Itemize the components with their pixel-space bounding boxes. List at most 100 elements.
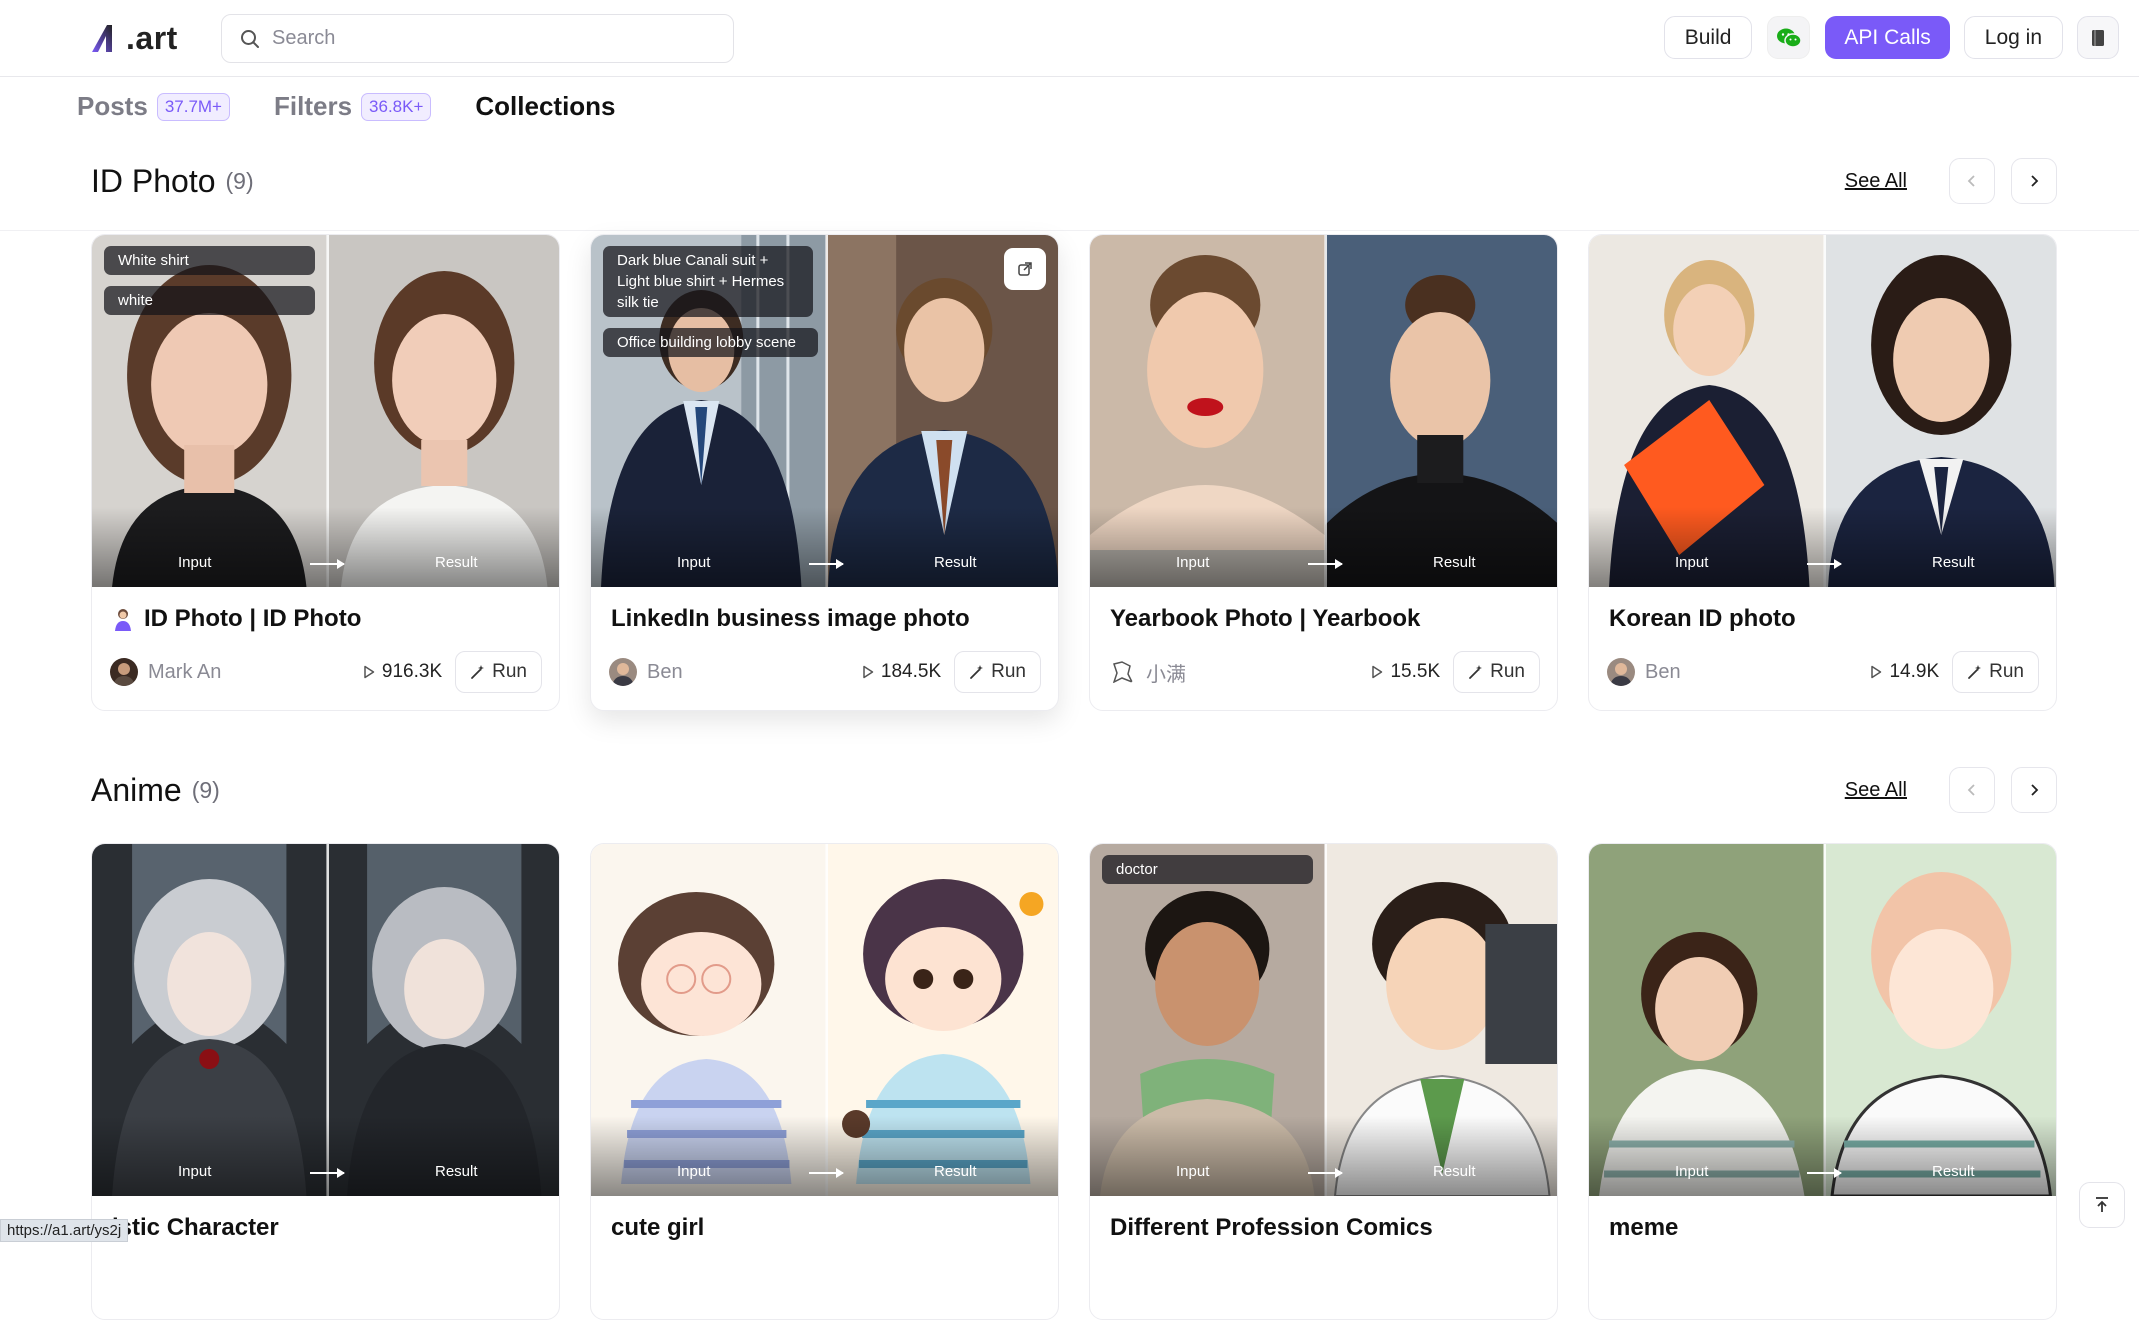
collection-card[interactable]: doctor Input Result Different Profession… xyxy=(1089,843,1558,1320)
before-after-preview: Dark blue Canali suit + Light blue shirt… xyxy=(591,235,1058,587)
input-label: Input xyxy=(1176,554,1210,571)
back-to-top-button[interactable] xyxy=(2079,1182,2125,1228)
header-actions: Build API Calls Log in xyxy=(1663,16,2119,59)
before-after-preview: Input Result xyxy=(1589,844,2056,1196)
share-button[interactable] xyxy=(1004,248,1046,290)
collection-card[interactable]: Input Result Yearbook Photo | Yearbook 小… xyxy=(1089,234,1558,711)
chevron-left-icon xyxy=(1967,784,1975,796)
next-button[interactable] xyxy=(2011,767,2057,813)
language-menu-button[interactable] xyxy=(2077,16,2119,59)
prompt-tag: white xyxy=(104,286,315,315)
input-label: Input xyxy=(677,1163,711,1180)
result-label: Result xyxy=(1932,554,1975,571)
content-tabs: Posts 37.7M+ Filters 36.8K+ Collections xyxy=(77,91,660,122)
before-after-preview: White shirt white Input Result xyxy=(92,235,559,587)
avatar[interactable] xyxy=(110,658,138,686)
run-count: 14.9K xyxy=(1870,661,1939,683)
author-name[interactable]: Mark An xyxy=(148,661,221,684)
collection-card[interactable]: Input Result cute girl xyxy=(590,843,1059,1320)
run-button[interactable]: Run xyxy=(954,651,1041,693)
arrow-right-icon xyxy=(1308,1168,1343,1178)
book-icon xyxy=(2092,29,2104,46)
run-count-value: 916.3K xyxy=(381,661,443,682)
result-label: Result xyxy=(934,554,977,571)
wechat-button[interactable] xyxy=(1767,16,1811,59)
avatar[interactable] xyxy=(609,658,637,686)
external-link-icon xyxy=(1018,262,1032,276)
before-after-preview: doctor Input Result xyxy=(1090,844,1557,1196)
run-button[interactable]: Run xyxy=(1952,651,2039,693)
run-button[interactable]: Run xyxy=(1453,651,1540,693)
tab-filters[interactable]: Filters 36.8K+ xyxy=(274,91,432,122)
label-gradient xyxy=(92,507,559,587)
card-title: Yearbook Photo | Yearbook xyxy=(1110,605,1420,633)
run-button[interactable]: Run xyxy=(455,651,542,693)
login-button[interactable]: Log in xyxy=(1963,16,2063,59)
label-gradient xyxy=(92,1116,559,1196)
card-title: Different Profession Comics xyxy=(1110,1214,1433,1242)
label-gradient xyxy=(1589,1116,2056,1196)
magic-wand-icon xyxy=(970,665,984,679)
search-icon xyxy=(241,29,259,48)
logo-text: .art xyxy=(126,19,178,56)
collection-card[interactable]: Input Result istic Character xyxy=(91,843,560,1320)
magic-wand-icon xyxy=(1469,665,1483,679)
section-header-id-photo: ID Photo (9) See All xyxy=(91,158,2057,204)
arrow-right-icon xyxy=(1807,559,1842,569)
collection-card[interactable]: White shirt white Input Result ID Photo … xyxy=(91,234,560,711)
arrow-right-icon xyxy=(1807,1168,1842,1178)
tab-collections[interactable]: Collections xyxy=(475,91,615,122)
arrow-right-icon xyxy=(1308,559,1343,569)
arrow-right-icon xyxy=(310,1168,345,1178)
magic-wand-icon xyxy=(471,665,485,679)
avatar[interactable] xyxy=(1607,658,1635,686)
author-name[interactable]: 小满 xyxy=(1146,658,1186,687)
a1-art-logo[interactable]: .art xyxy=(90,18,178,58)
id-photo-card-grid: White shirt white Input Result ID Photo … xyxy=(91,234,2057,711)
see-all-link[interactable]: See All xyxy=(1845,170,1907,193)
chevron-right-icon xyxy=(2031,784,2039,796)
next-button[interactable] xyxy=(2011,158,2057,204)
input-label: Input xyxy=(677,554,711,571)
see-all-link[interactable]: See All xyxy=(1845,779,1907,802)
card-title: istic Character xyxy=(112,1214,279,1242)
arrow-right-icon xyxy=(809,1168,844,1178)
tab-posts-count-badge: 37.7M+ xyxy=(156,92,230,121)
result-label: Result xyxy=(1433,1163,1476,1180)
before-after-preview: Input Result xyxy=(1589,235,2056,587)
play-icon xyxy=(1871,665,1882,679)
input-label: Input xyxy=(178,554,212,571)
previous-button[interactable] xyxy=(1949,767,1995,813)
build-button[interactable]: Build xyxy=(1663,16,1753,59)
collection-card[interactable]: Dark blue Canali suit + Light blue shirt… xyxy=(590,234,1059,711)
avatar[interactable] xyxy=(1108,658,1136,686)
card-title: cute girl xyxy=(611,1214,704,1242)
play-icon xyxy=(1372,665,1383,679)
search-input[interactable] xyxy=(272,27,712,50)
card-title-text: meme xyxy=(1609,1214,1679,1241)
card-title: LinkedIn business image photo xyxy=(611,605,970,633)
collection-card[interactable]: Input Result Korean ID photo Ben 14.9K R… xyxy=(1588,234,2057,711)
author-name[interactable]: Ben xyxy=(1645,661,1681,684)
arrow-right-icon xyxy=(809,559,844,569)
tab-collections-label: Collections xyxy=(475,91,616,121)
search-box[interactable] xyxy=(221,14,734,63)
run-count-value: 15.5K xyxy=(1390,661,1441,682)
run-button-label: Run xyxy=(1989,661,2024,682)
tab-posts[interactable]: Posts 37.7M+ xyxy=(77,91,230,122)
result-label: Result xyxy=(435,554,478,571)
author-name[interactable]: Ben xyxy=(647,661,683,684)
collection-card[interactable]: Input Result meme xyxy=(1588,843,2057,1320)
previous-button[interactable] xyxy=(1949,158,1995,204)
card-title-text: istic Character xyxy=(112,1214,279,1241)
magic-wand-icon xyxy=(1968,665,1982,679)
wechat-icon xyxy=(1776,28,1802,48)
result-label: Result xyxy=(934,1163,977,1180)
api-calls-button[interactable]: API Calls xyxy=(1825,16,1950,59)
prompt-tag: doctor xyxy=(1102,855,1313,884)
chevron-right-icon xyxy=(2031,175,2039,187)
section-header-anime: Anime (9) See All xyxy=(91,767,2057,813)
before-after-preview: Input Result xyxy=(591,844,1058,1196)
prompt-tag: Office building lobby scene xyxy=(603,328,818,357)
card-title: Korean ID photo xyxy=(1609,605,1796,633)
